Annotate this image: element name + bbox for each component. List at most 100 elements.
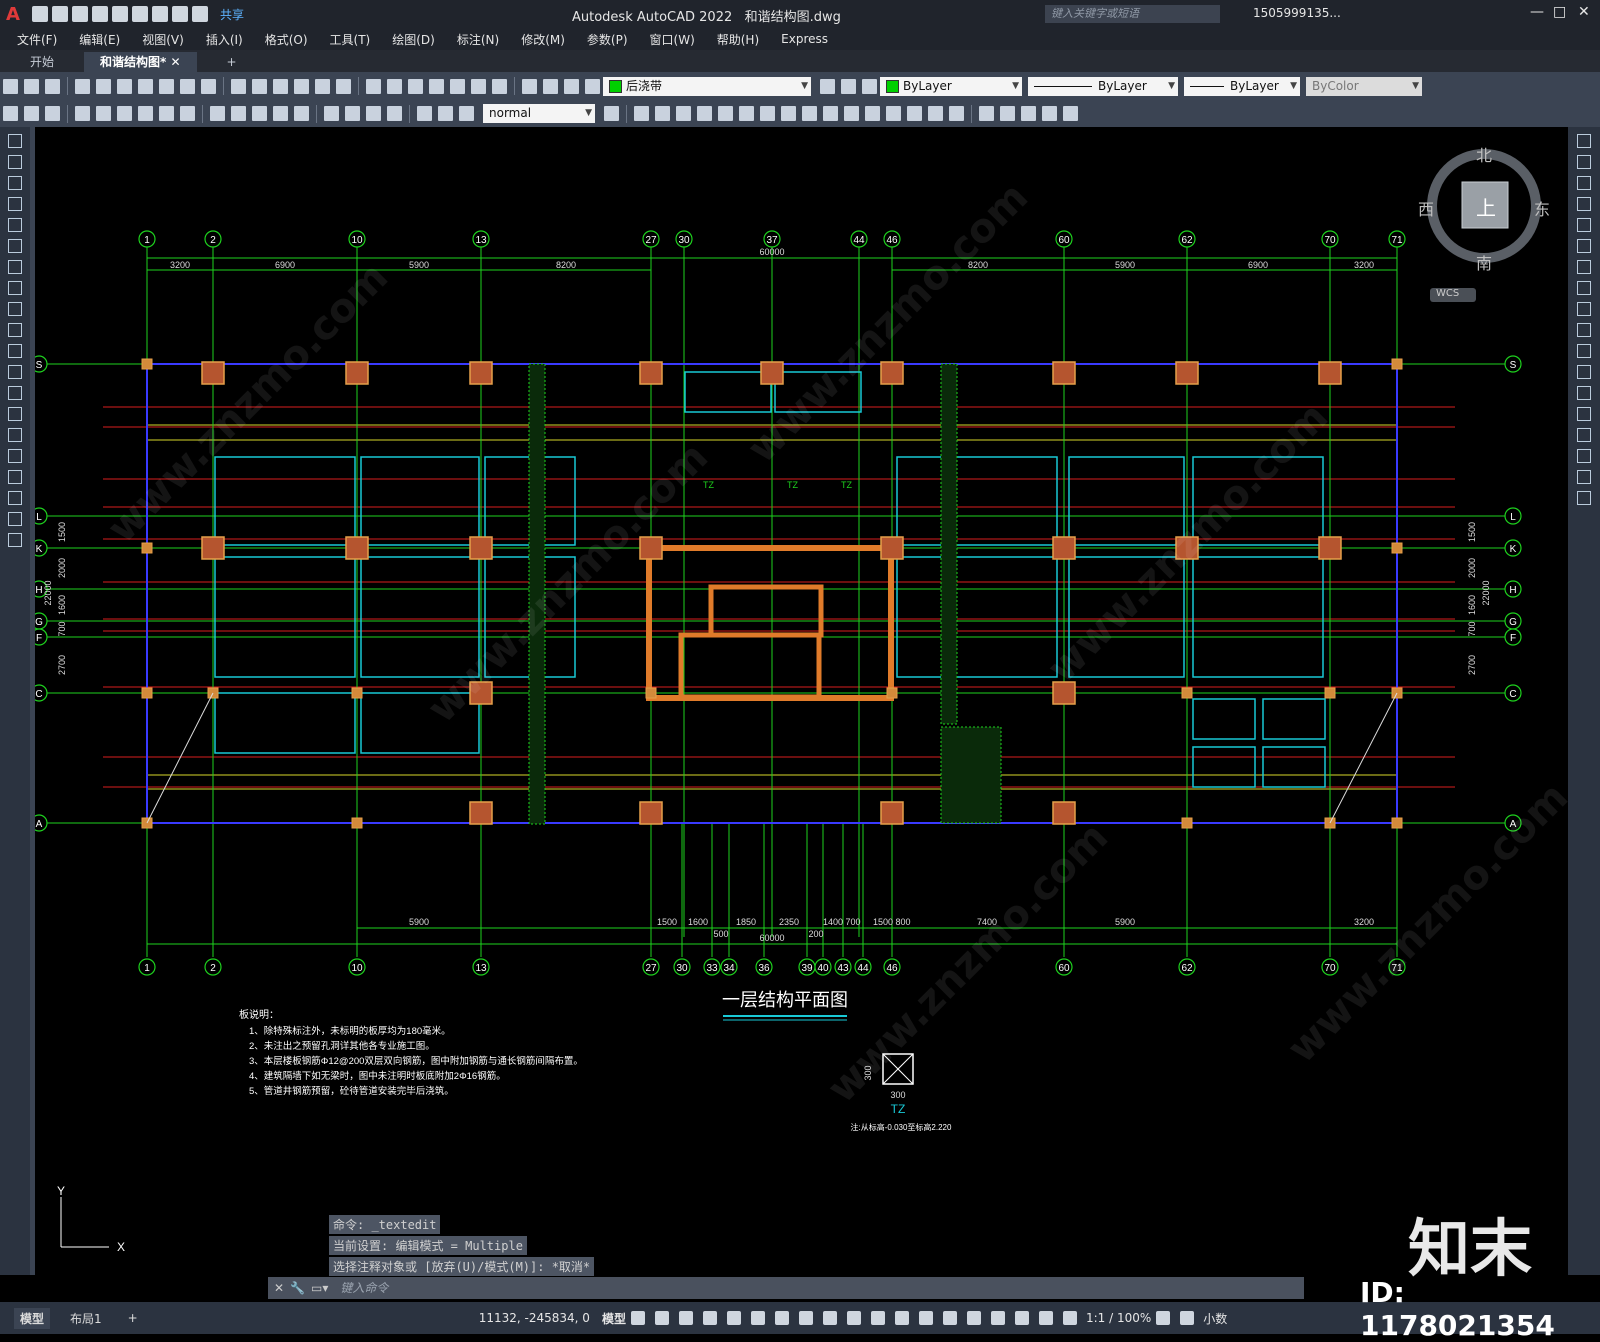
infer-constraints-icon[interactable] bbox=[678, 1311, 693, 1325]
quick-dim-icon[interactable] bbox=[210, 106, 225, 121]
extend-icon[interactable] bbox=[1577, 344, 1591, 358]
xref-icon[interactable] bbox=[1021, 106, 1036, 121]
block-create-icon[interactable] bbox=[1000, 106, 1015, 121]
layer-dropdown[interactable]: 后浇带 ▼ bbox=[603, 76, 811, 96]
menu-parametric[interactable]: 参数(P) bbox=[587, 31, 628, 48]
close-command-icon[interactable]: ✕ bbox=[274, 1281, 284, 1295]
join-icon[interactable] bbox=[886, 106, 901, 121]
viewcube-west[interactable]: 西 bbox=[1418, 196, 1434, 220]
layer-properties-icon[interactable] bbox=[522, 78, 537, 94]
ortho-icon[interactable] bbox=[726, 1311, 741, 1325]
markup-icon[interactable] bbox=[450, 78, 465, 94]
circle-icon[interactable] bbox=[8, 260, 22, 274]
erase-icon[interactable] bbox=[634, 106, 649, 121]
annotation-scale-icon[interactable] bbox=[1062, 1311, 1077, 1325]
menu-dimension[interactable]: 标注(N) bbox=[457, 31, 499, 48]
workspace-gear-icon[interactable] bbox=[1156, 1311, 1171, 1325]
preview-icon[interactable] bbox=[96, 78, 111, 94]
make-block-icon[interactable] bbox=[8, 386, 22, 400]
dim-jogged-icon[interactable] bbox=[138, 106, 153, 121]
chamfer-icon[interactable] bbox=[907, 106, 922, 121]
save-icon[interactable] bbox=[71, 6, 88, 22]
menu-insert[interactable]: 插入(I) bbox=[206, 31, 243, 48]
dim-ordinate-icon[interactable] bbox=[96, 106, 111, 121]
make-current-icon[interactable] bbox=[820, 78, 835, 94]
scale-icon[interactable] bbox=[781, 106, 796, 121]
mtext-icon[interactable] bbox=[8, 512, 22, 526]
menu-view[interactable]: 视图(V) bbox=[142, 31, 184, 48]
wcs-menu[interactable]: WCS bbox=[1436, 288, 1459, 299]
dim-arc-icon[interactable] bbox=[75, 106, 90, 121]
stretch-icon[interactable] bbox=[1577, 302, 1591, 316]
dim-aligned-icon[interactable] bbox=[45, 106, 60, 121]
undo-icon[interactable] bbox=[171, 6, 188, 22]
transparency-icon[interactable] bbox=[870, 1311, 885, 1325]
menu-express[interactable]: Express bbox=[781, 32, 828, 46]
open-icon[interactable] bbox=[24, 78, 39, 94]
viewcube-north[interactable]: 北 bbox=[1476, 142, 1492, 166]
design-center-icon[interactable] bbox=[387, 78, 402, 94]
rotate-icon[interactable] bbox=[1577, 260, 1591, 274]
cut-icon[interactable] bbox=[138, 78, 153, 94]
tab-model[interactable]: 模型 bbox=[14, 1307, 51, 1329]
wipeout-icon[interactable] bbox=[1063, 106, 1078, 121]
explode-icon[interactable] bbox=[1577, 491, 1591, 505]
menu-tools[interactable]: 工具(T) bbox=[330, 31, 371, 48]
center-mark-icon[interactable] bbox=[345, 106, 360, 121]
menu-file[interactable]: 文件(F) bbox=[17, 31, 57, 48]
object-snap-tracking-icon[interactable] bbox=[798, 1311, 813, 1325]
viewcube-east[interactable]: 东 bbox=[1534, 196, 1550, 220]
3d-osnap-icon[interactable] bbox=[918, 1311, 933, 1325]
offset-icon[interactable] bbox=[1577, 197, 1591, 211]
break-at-point-icon[interactable] bbox=[1577, 365, 1591, 379]
maximize-icon[interactable]: □ bbox=[1553, 4, 1566, 20]
dim-continue-icon[interactable] bbox=[252, 106, 267, 121]
snap-icon[interactable] bbox=[654, 1311, 669, 1325]
sheet-set-icon[interactable] bbox=[429, 78, 444, 94]
open-file-icon[interactable] bbox=[51, 6, 68, 22]
command-prompt-icon[interactable]: ▭▾ bbox=[311, 1281, 328, 1295]
table-icon[interactable] bbox=[8, 491, 22, 505]
drawing-canvas[interactable]: 1 2 10 13 27 30 37 44 46 60 62 70 71 1 2 10 13 27 30 33 34 36… bbox=[30, 127, 1568, 1275]
break-icon[interactable] bbox=[865, 106, 880, 121]
layer-on-icon[interactable] bbox=[543, 78, 558, 94]
image-icon[interactable] bbox=[1042, 106, 1057, 121]
viewcube-top[interactable]: 上 bbox=[1476, 192, 1496, 221]
trim-icon[interactable] bbox=[823, 106, 838, 121]
add-selected-icon[interactable] bbox=[8, 533, 22, 547]
offset-icon[interactable] bbox=[697, 106, 712, 121]
copy-icon[interactable] bbox=[1577, 155, 1591, 169]
paste-icon[interactable] bbox=[180, 78, 195, 94]
explode-icon[interactable] bbox=[949, 106, 964, 121]
tool-palettes-icon[interactable] bbox=[408, 78, 423, 94]
array-icon[interactable] bbox=[1577, 218, 1591, 232]
user-account[interactable]: 1505999135... bbox=[1253, 6, 1341, 20]
tolerance-icon[interactable] bbox=[324, 106, 339, 121]
calculator-icon[interactable] bbox=[471, 78, 486, 94]
dim-update-icon[interactable] bbox=[459, 106, 474, 121]
jogged-linear-icon[interactable] bbox=[387, 106, 402, 121]
gradient-icon[interactable] bbox=[8, 449, 22, 463]
qdim-icon[interactable] bbox=[3, 106, 18, 121]
fillet-icon[interactable] bbox=[1577, 449, 1591, 463]
dim-text-edit-icon[interactable] bbox=[438, 106, 453, 121]
lineweight-dropdown[interactable]: ByLayer ▼ bbox=[1184, 76, 1300, 96]
autocad-logo-icon[interactable]: A bbox=[6, 4, 20, 25]
insert-block-icon[interactable] bbox=[8, 365, 22, 379]
scale-icon[interactable] bbox=[1577, 281, 1591, 295]
save-icon[interactable] bbox=[45, 78, 60, 94]
add-layout-button[interactable]: + bbox=[122, 1309, 144, 1327]
redo-icon[interactable] bbox=[252, 78, 267, 94]
inspection-icon[interactable] bbox=[366, 106, 381, 121]
command-input[interactable]: 键入命令 bbox=[332, 1279, 1304, 1297]
plot-icon[interactable] bbox=[151, 6, 168, 22]
help-icon[interactable] bbox=[492, 78, 507, 94]
minimize-icon[interactable]: — bbox=[1530, 4, 1544, 20]
menu-help[interactable]: 帮助(H) bbox=[717, 31, 759, 48]
ellipse-icon[interactable] bbox=[8, 323, 22, 337]
dim-diameter-icon[interactable] bbox=[159, 106, 174, 121]
units-dropdown[interactable]: 小数 bbox=[1203, 1310, 1227, 1327]
viewcube-south[interactable]: 南 bbox=[1476, 250, 1492, 274]
ellipse-arc-icon[interactable] bbox=[8, 344, 22, 358]
print-icon[interactable] bbox=[75, 78, 90, 94]
